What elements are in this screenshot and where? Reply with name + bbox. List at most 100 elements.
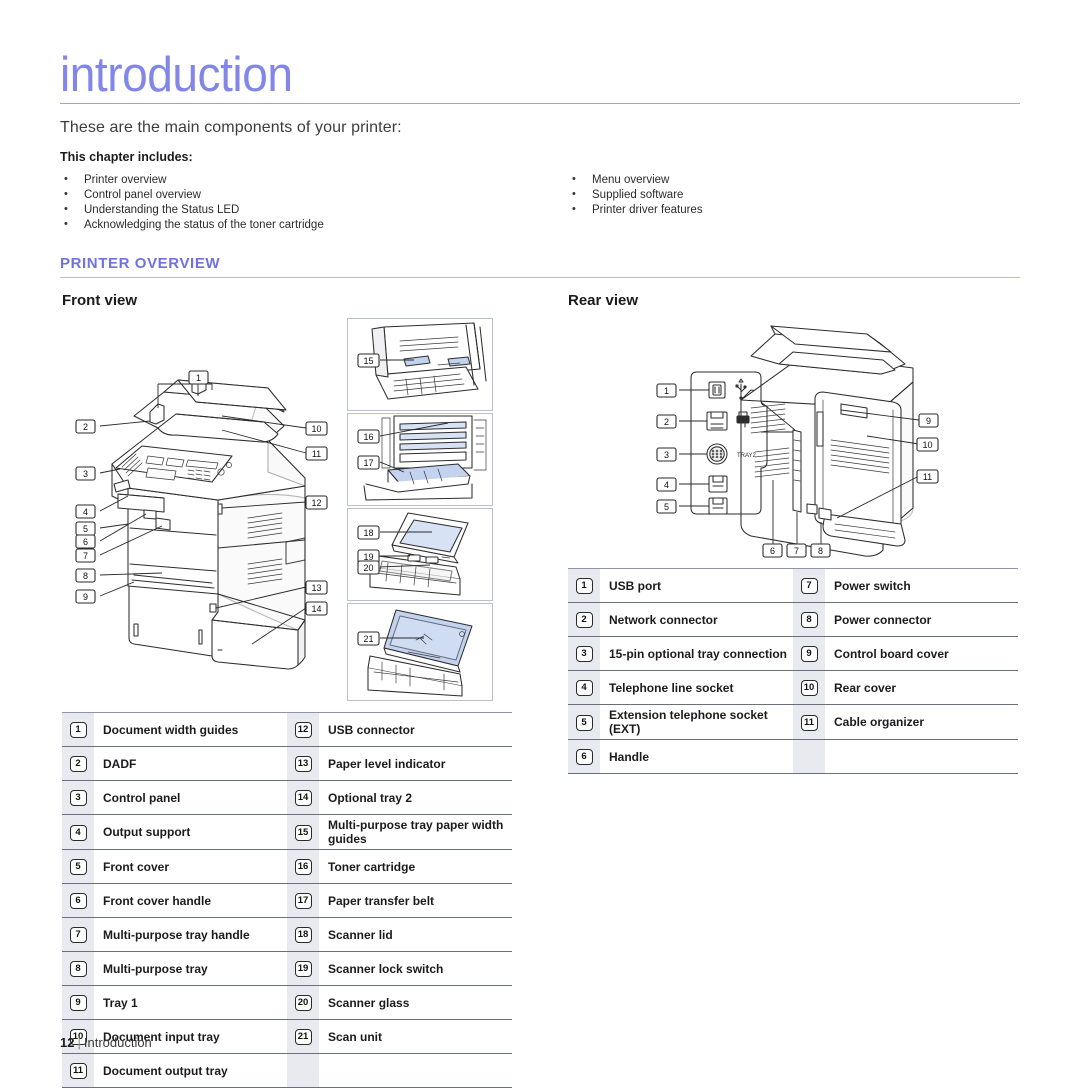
component-number-cell: 2 bbox=[568, 602, 600, 637]
table-row: 9 Tray 1 20 Scanner glass bbox=[62, 985, 512, 1020]
component-number-cell bbox=[793, 739, 825, 774]
component-number-cell: 15 bbox=[287, 814, 319, 850]
footer-chapter-name: Introduction bbox=[83, 1035, 152, 1050]
component-number-badge: 1 bbox=[69, 722, 87, 738]
component-number-badge: 2 bbox=[69, 756, 87, 772]
table-row: 1 Document width guides 12 USB connector bbox=[62, 712, 512, 747]
svg-text:8: 8 bbox=[83, 571, 88, 581]
component-label-cell: Multi-purpose tray bbox=[94, 951, 287, 986]
component-number-cell: 19 bbox=[287, 951, 319, 986]
table-row: 7 Multi-purpose tray handle 18 Scanner lid bbox=[62, 917, 512, 952]
component-number-badge: 3 bbox=[575, 646, 593, 662]
svg-text:6: 6 bbox=[770, 546, 775, 556]
component-number-cell: 6 bbox=[62, 883, 94, 918]
component-label-cell: 15-pin optional tray connection bbox=[600, 636, 793, 671]
component-number-cell: 7 bbox=[62, 917, 94, 952]
component-label-cell: Toner cartridge bbox=[319, 849, 512, 884]
chapter-include-item-0: Menu overview bbox=[568, 172, 703, 188]
component-label-cell: Document width guides bbox=[94, 712, 287, 747]
component-number-cell: 6 bbox=[568, 739, 600, 774]
section-heading-printer-overview: PRINTER OVERVIEW bbox=[60, 255, 221, 272]
component-number-badge: 5 bbox=[69, 859, 87, 875]
footer-page-number: 12 bbox=[60, 1035, 75, 1050]
component-number-cell: 8 bbox=[793, 602, 825, 637]
manual-page: introduction These are the main componen… bbox=[0, 0, 1080, 1088]
component-label-cell: Power connector bbox=[825, 602, 1018, 637]
table-row: 3 Control panel 14 Optional tray 2 bbox=[62, 780, 512, 815]
component-label-cell: Network connector bbox=[600, 602, 793, 637]
svg-text:10: 10 bbox=[311, 424, 321, 434]
component-number-badge: 18 bbox=[294, 927, 312, 943]
chapter-include-item-2: Understanding the Status LED bbox=[60, 202, 324, 218]
table-row: 2 Network connector 8 Power connector bbox=[568, 602, 1018, 637]
svg-text:8: 8 bbox=[818, 546, 823, 556]
component-number-cell: 7 bbox=[793, 568, 825, 603]
component-label-cell: Paper transfer belt bbox=[319, 883, 512, 918]
component-number-badge: 20 bbox=[294, 995, 312, 1011]
component-number-cell: 10 bbox=[793, 670, 825, 705]
chapter-include-item-3: Acknowledging the status of the toner ca… bbox=[60, 217, 324, 233]
svg-text:1: 1 bbox=[664, 386, 669, 396]
section-divider bbox=[60, 277, 1020, 278]
component-label-cell: Multi-purpose tray handle bbox=[94, 917, 287, 952]
svg-text:3: 3 bbox=[83, 469, 88, 479]
component-number-badge: 21 bbox=[294, 1029, 312, 1045]
svg-text:4: 4 bbox=[83, 507, 88, 517]
component-number-cell: 20 bbox=[287, 985, 319, 1020]
rear-view-component-table: 1 USB port 7 Power switch 2 Network connector… bbox=[568, 568, 1018, 774]
component-number-cell: 5 bbox=[568, 704, 600, 740]
component-number-cell: 8 bbox=[62, 951, 94, 986]
chapter-include-item-2: Printer driver features bbox=[568, 202, 703, 218]
component-number-cell bbox=[287, 1053, 319, 1088]
component-number-cell: 9 bbox=[793, 636, 825, 671]
component-number-cell: 11 bbox=[62, 1053, 94, 1088]
component-number-cell: 3 bbox=[568, 636, 600, 671]
component-label-cell: Output support bbox=[94, 814, 287, 850]
component-number-cell: 17 bbox=[287, 883, 319, 918]
svg-text:6: 6 bbox=[83, 537, 88, 547]
table-row: 5 Front cover 16 Toner cartridge bbox=[62, 849, 512, 884]
svg-text:18: 18 bbox=[363, 528, 373, 538]
svg-text:1: 1 bbox=[196, 373, 201, 383]
component-number-badge: 11 bbox=[69, 1063, 87, 1079]
component-number-badge: 16 bbox=[294, 859, 312, 875]
component-number-badge: 8 bbox=[800, 612, 818, 628]
chapter-include-item-1: Control panel overview bbox=[60, 187, 324, 203]
detail-panel-scanner-glass: 18 19 20 bbox=[347, 508, 493, 601]
svg-text:9: 9 bbox=[83, 592, 88, 602]
component-number-badge: 7 bbox=[69, 927, 87, 943]
svg-text:9: 9 bbox=[926, 416, 931, 426]
component-number-badge: 11 bbox=[800, 714, 818, 731]
component-label-cell bbox=[319, 1053, 512, 1088]
component-label-cell: Paper level indicator bbox=[319, 746, 512, 781]
component-label-cell: Optional tray 2 bbox=[319, 780, 512, 815]
component-number-cell: 14 bbox=[287, 780, 319, 815]
subheading-front-view: Front view bbox=[62, 292, 138, 309]
subheading-rear-view: Rear view bbox=[568, 292, 639, 309]
component-number-badge: 19 bbox=[294, 961, 312, 977]
component-label-cell: Scanner lock switch bbox=[319, 951, 512, 986]
table-row: 8 Multi-purpose tray 19 Scanner lock switch bbox=[62, 951, 512, 986]
component-label-cell: Scanner glass bbox=[319, 985, 512, 1020]
component-number-badge: 4 bbox=[575, 680, 593, 696]
chapter-include-item-1: Supplied software bbox=[568, 187, 703, 203]
component-label-cell: Control board cover bbox=[825, 636, 1018, 671]
front-view-component-table: 1 Document width guides 12 USB connector 2 DA… bbox=[62, 712, 512, 1088]
table-row: 6 Handle bbox=[568, 739, 1018, 774]
detail-panel-toner-belt: 16 17 bbox=[347, 413, 493, 506]
component-label-cell: USB connector bbox=[319, 712, 512, 747]
svg-text:13: 13 bbox=[311, 583, 321, 593]
rear-view-illustration: TRAY2 1 2 3 4 5 6 7 8 9 10 11 bbox=[655, 312, 947, 570]
component-number-badge: 12 bbox=[294, 722, 312, 738]
svg-text:15: 15 bbox=[363, 356, 373, 366]
table-row: 1 USB port 7 Power switch bbox=[568, 568, 1018, 603]
component-number-cell: 9 bbox=[62, 985, 94, 1020]
svg-text:2: 2 bbox=[664, 417, 669, 427]
component-number-badge: 5 bbox=[575, 714, 593, 731]
component-number-cell: 18 bbox=[287, 917, 319, 952]
component-number-cell: 12 bbox=[287, 712, 319, 747]
table-row: 2 DADF 13 Paper level indicator bbox=[62, 746, 512, 781]
component-number-badge: 9 bbox=[69, 995, 87, 1011]
svg-text:20: 20 bbox=[363, 563, 373, 573]
component-number-badge: 6 bbox=[69, 893, 87, 909]
